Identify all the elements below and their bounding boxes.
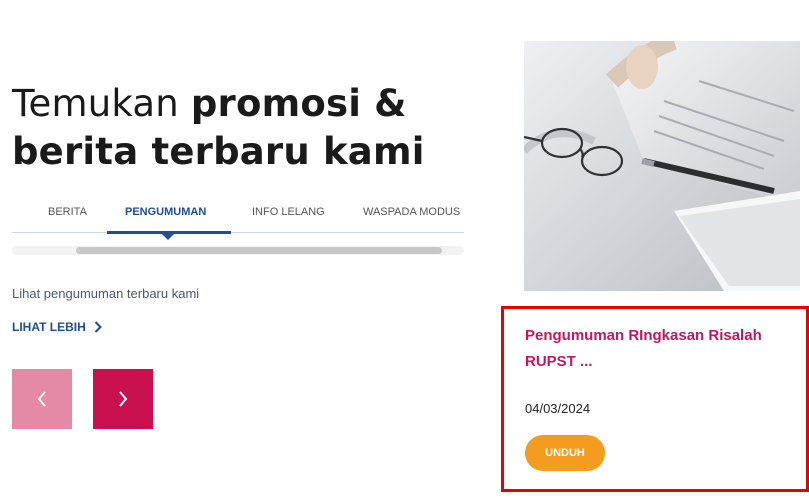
chevron-right-icon bbox=[119, 391, 128, 407]
headline-bold: promosi & bbox=[190, 82, 407, 125]
headline-light: Temukan bbox=[12, 82, 191, 125]
tab-waspada-modus[interactable]: WASPADA MODUS bbox=[363, 206, 464, 218]
download-button[interactable]: UNDUH bbox=[525, 435, 605, 471]
announcement-title[interactable]: Pengumuman RIngkasan Risalah RUPST ... bbox=[525, 323, 775, 375]
announcement-date: 04/03/2024 bbox=[525, 401, 591, 416]
scrollbar-thumb[interactable] bbox=[76, 247, 442, 254]
see-more-label: LIHAT LEBIH bbox=[12, 320, 86, 334]
category-tabs: BERITA PENGUMUMAN INFO LELANG WASPADA MO… bbox=[12, 200, 464, 240]
headline-line2: berita terbaru kami bbox=[12, 130, 425, 173]
newspaper-illustration bbox=[524, 41, 800, 291]
caret-down-icon bbox=[162, 234, 174, 240]
see-more-link[interactable]: LIHAT LEBIH bbox=[12, 320, 102, 334]
tabs-scrollbar[interactable] bbox=[12, 246, 464, 255]
chevron-right-icon bbox=[94, 321, 102, 333]
page-headline: Temukan promosi & berita terbaru kami bbox=[12, 80, 425, 176]
tab-berita[interactable]: BERITA bbox=[48, 206, 87, 218]
tab-pengumuman[interactable]: PENGUMUMAN bbox=[125, 206, 206, 218]
chevron-left-icon bbox=[37, 391, 46, 407]
section-subtitle: Lihat pengumuman terbaru kami bbox=[12, 286, 200, 301]
carousel-prev-button[interactable] bbox=[12, 369, 72, 429]
tab-info-lelang[interactable]: INFO LELANG bbox=[252, 206, 325, 218]
announcement-card[interactable]: Pengumuman RIngkasan Risalah RUPST ... 0… bbox=[501, 306, 809, 492]
article-photo bbox=[524, 41, 800, 291]
tabs-divider bbox=[12, 232, 464, 233]
carousel-next-button[interactable] bbox=[93, 369, 153, 429]
